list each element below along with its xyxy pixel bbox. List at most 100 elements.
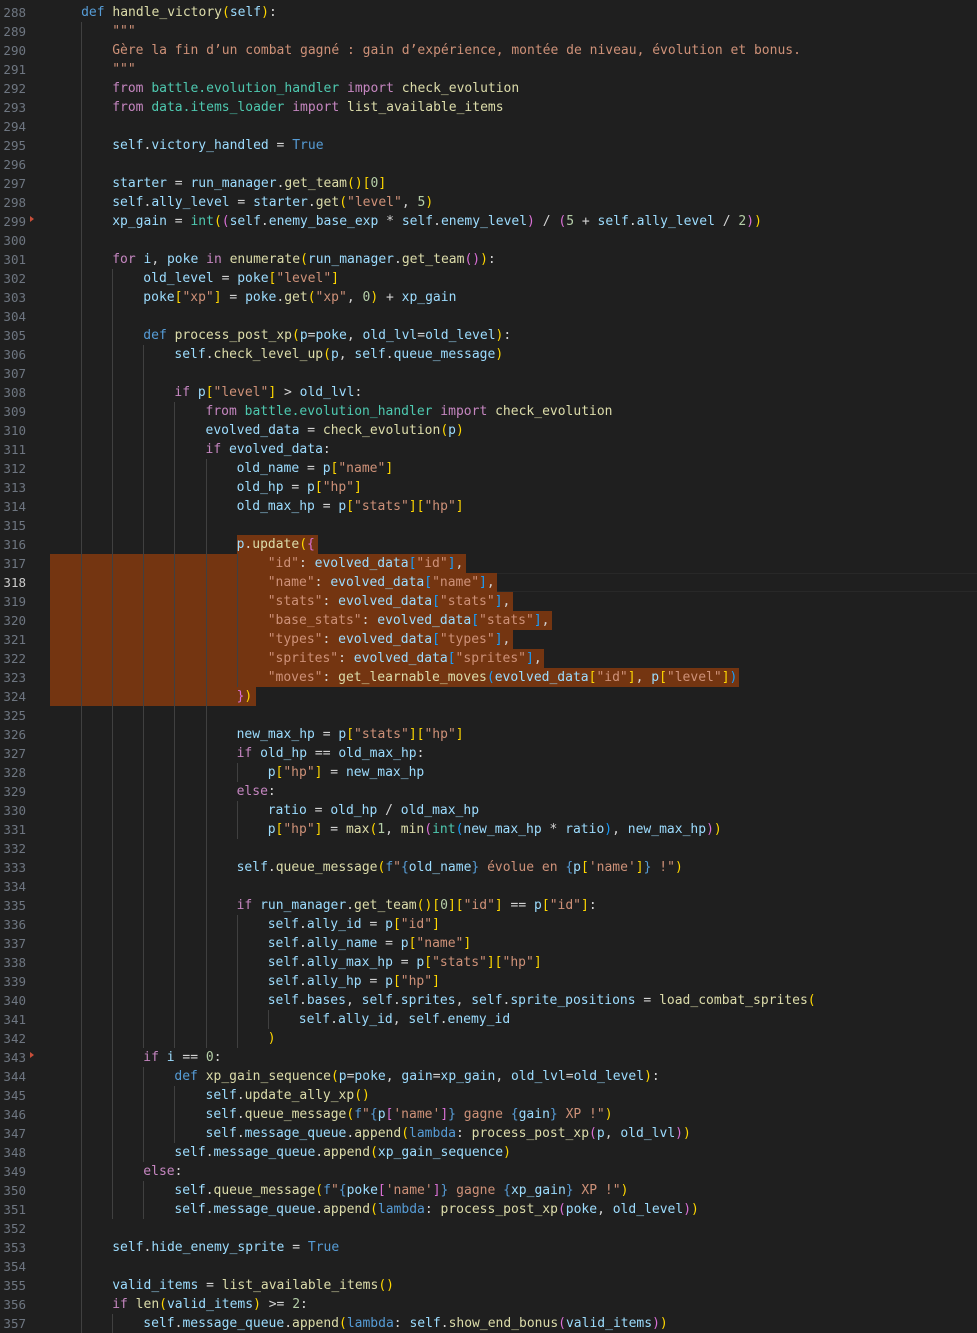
indent-guide — [143, 839, 145, 858]
code-line[interactable]: 352 — [0, 1219, 977, 1238]
code-line[interactable]: 344 def xp_gain_sequence(p=poke, gain=xp_… — [0, 1067, 977, 1086]
indent-guide — [81, 497, 83, 516]
code-line[interactable]: 331 p["hp"] = max(1, min(int(new_max_hp *… — [0, 820, 977, 839]
code-line[interactable]: 342) — [0, 1029, 977, 1048]
code-token: queue_message — [393, 347, 496, 362]
code-line[interactable]: 345 self.update_ally_xp() — [0, 1086, 977, 1105]
code-line[interactable]: 293 from data.items_loader import list_av… — [0, 98, 977, 117]
code-line[interactable]: 336 self.ally_id = p["id"] — [0, 915, 977, 934]
line-number: 300 — [3, 233, 26, 248]
code-line[interactable]: 305 def process_post_xp(p=poke, old_lvl=o… — [0, 326, 977, 345]
code-line[interactable]: 354 — [0, 1257, 977, 1276]
code-line[interactable]: 337 self.ally_name = p["name"] — [0, 934, 977, 953]
code-token: old_max_hp — [338, 746, 417, 761]
code-line[interactable]: 339 self.ally_hp = p["hp"] — [0, 972, 977, 991]
code-line[interactable]: 321 "types": evolved_data["types"], — [0, 630, 977, 649]
code-line[interactable]: 347 self.message_queue.append(lambda: pro… — [0, 1124, 977, 1143]
code-line[interactable]: 333 self.queue_message(f"{old_name} évolu… — [0, 858, 977, 877]
code-line[interactable]: 318 "name": evolved_data["name"], — [0, 573, 977, 592]
code-line[interactable]: 355 valid_items = list_available_items() — [0, 1276, 977, 1295]
code-line[interactable]: 314 old_max_hp = p["stats"]["hp"] — [0, 497, 977, 516]
code-line[interactable]: 306 self.check_level_up(p, self.queue_mes… — [0, 345, 977, 364]
code-line[interactable]: 338 self.ally_max_hp = p["stats"]["hp"] — [0, 953, 977, 972]
code-line[interactable]: 349 else: — [0, 1162, 977, 1181]
code-token: load_combat_sprites — [659, 993, 808, 1008]
code-line[interactable]: 295 self.victory_handled = True — [0, 136, 977, 155]
code-line[interactable]: 299 xp_gain = int((self.enemy_base_exp * … — [0, 212, 977, 231]
code-token: get — [315, 195, 340, 210]
code-token: "stats" — [479, 613, 534, 628]
indent-guide — [112, 1162, 114, 1181]
line-number: 338 — [3, 955, 26, 970]
code-line[interactable]: 297 starter = run_manager.get_team()[0] — [0, 174, 977, 193]
code-line[interactable]: 289 """ — [0, 22, 977, 41]
code-token: / — [377, 803, 401, 818]
code-token: list_available_items — [347, 100, 504, 115]
code-line[interactable]: 296 — [0, 155, 977, 174]
code-editor[interactable]: 288 def handle_victory(self): 289 """ 290 Gèr… — [0, 0, 977, 1333]
indent-guide — [143, 1029, 145, 1048]
code-line[interactable]: 303 poke["xp"] = poke.get("xp", 0) + xp_g… — [0, 288, 977, 307]
code-line[interactable]: 319 "stats": evolved_data["stats"], — [0, 592, 977, 611]
code-token: == — [502, 898, 535, 913]
code-line[interactable]: 304 — [0, 307, 977, 326]
code-line[interactable]: 353 self.hide_enemy_sprite = True — [0, 1238, 977, 1257]
code-token: 0 — [440, 898, 448, 913]
line-number: 303 — [3, 290, 26, 305]
code-line[interactable]: 302 old_level = poke["level"] — [0, 269, 977, 288]
code-line[interactable]: 341 self.ally_id, self.enemy_id — [0, 1010, 977, 1029]
code-line[interactable]: 308 if p["level"] > old_lvl: — [0, 383, 977, 402]
indent-guide — [81, 687, 83, 706]
code-line[interactable]: 323 "moves": get_learnable_moves(evolved_… — [0, 668, 977, 687]
code-line[interactable]: 311 if evolved_data: — [0, 440, 977, 459]
code-token: = — [565, 1069, 574, 1084]
fold-marker-icon[interactable] — [30, 1052, 34, 1058]
code-token: 'name' — [588, 860, 636, 875]
code-line[interactable]: 351 self.message_queue.append(lambda: pro… — [0, 1200, 977, 1219]
code-token: = — [299, 461, 323, 476]
code-line[interactable]: 332 — [0, 839, 977, 858]
code-line[interactable]: 326 new_max_hp = p["stats"]["hp"] — [0, 725, 977, 744]
code-token: append — [323, 1145, 371, 1160]
code-line[interactable]: 315 — [0, 516, 977, 535]
line-number: 343 — [3, 1050, 26, 1065]
code-line[interactable]: 291 """ — [0, 60, 977, 79]
code-line[interactable]: 316 p.update({ — [0, 535, 977, 554]
code-line[interactable]: 330 ratio = old_hp / old_max_hp — [0, 801, 977, 820]
code-line[interactable]: 292 from battle.evolution_handler import … — [0, 79, 977, 98]
code-line[interactable]: 340 self.bases, self.sprites, self.sprite… — [0, 991, 977, 1010]
code-token: bases — [306, 993, 346, 1008]
code-line[interactable]: 357 self.message_queue.append(lambda: sel… — [0, 1314, 977, 1333]
code-line[interactable]: 298 self.ally_level = starter.get("level"… — [0, 193, 977, 212]
indent-guide — [112, 839, 114, 858]
code-line[interactable]: 346 self.queue_message(f"{p['name']} gagn… — [0, 1105, 977, 1124]
code-line[interactable]: 312 old_name = p["name"] — [0, 459, 977, 478]
code-line[interactable]: 301 for i, poke in enumerate(run_manager.… — [0, 250, 977, 269]
code-line[interactable]: 329 else: — [0, 782, 977, 801]
code-line[interactable]: 327 if old_hp == old_max_hp: — [0, 744, 977, 763]
code-line[interactable]: 356 if len(valid_items) >= 2: — [0, 1295, 977, 1314]
code-line[interactable]: 313 old_hp = p["hp"] — [0, 478, 977, 497]
code-line[interactable]: 325 — [0, 706, 977, 725]
code-token: , — [346, 328, 363, 343]
code-line[interactable]: 322 "sprites": evolved_data["sprites"], — [0, 649, 977, 668]
code-line[interactable]: 335 if run_manager.get_team()[0]["id"] ==… — [0, 896, 977, 915]
code-line[interactable]: 310 evolved_data = check_evolution(p) — [0, 421, 977, 440]
code-line[interactable]: 294 — [0, 117, 977, 136]
code-line[interactable]: 328 p["hp"] = new_max_hp — [0, 763, 977, 782]
code-line[interactable]: 324}) — [0, 687, 977, 706]
code-line[interactable]: 317 "id": evolved_data["id"], — [0, 554, 977, 573]
code-line[interactable]: 307 — [0, 364, 977, 383]
code-line[interactable]: 350 self.queue_message(f"{poke['name']} g… — [0, 1181, 977, 1200]
code-line[interactable]: 300 — [0, 231, 977, 250]
code-line[interactable]: 334 — [0, 877, 977, 896]
code-line[interactable]: 320 "base_stats": evolved_data["stats"], — [0, 611, 977, 630]
code-line[interactable]: 343 if i == 0: — [0, 1048, 977, 1067]
indent-guide — [81, 725, 83, 744]
code-line[interactable]: 290 Gère la fin d’un combat gagné : gain … — [0, 41, 977, 60]
code-line[interactable]: 309 from battle.evolution_handler import … — [0, 402, 977, 421]
fold-marker-icon[interactable] — [30, 216, 34, 222]
code-token: } — [448, 1107, 456, 1122]
code-line[interactable]: 348 self.message_queue.append(xp_gain_seq… — [0, 1143, 977, 1162]
code-line[interactable]: 288 def handle_victory(self): — [0, 3, 977, 22]
